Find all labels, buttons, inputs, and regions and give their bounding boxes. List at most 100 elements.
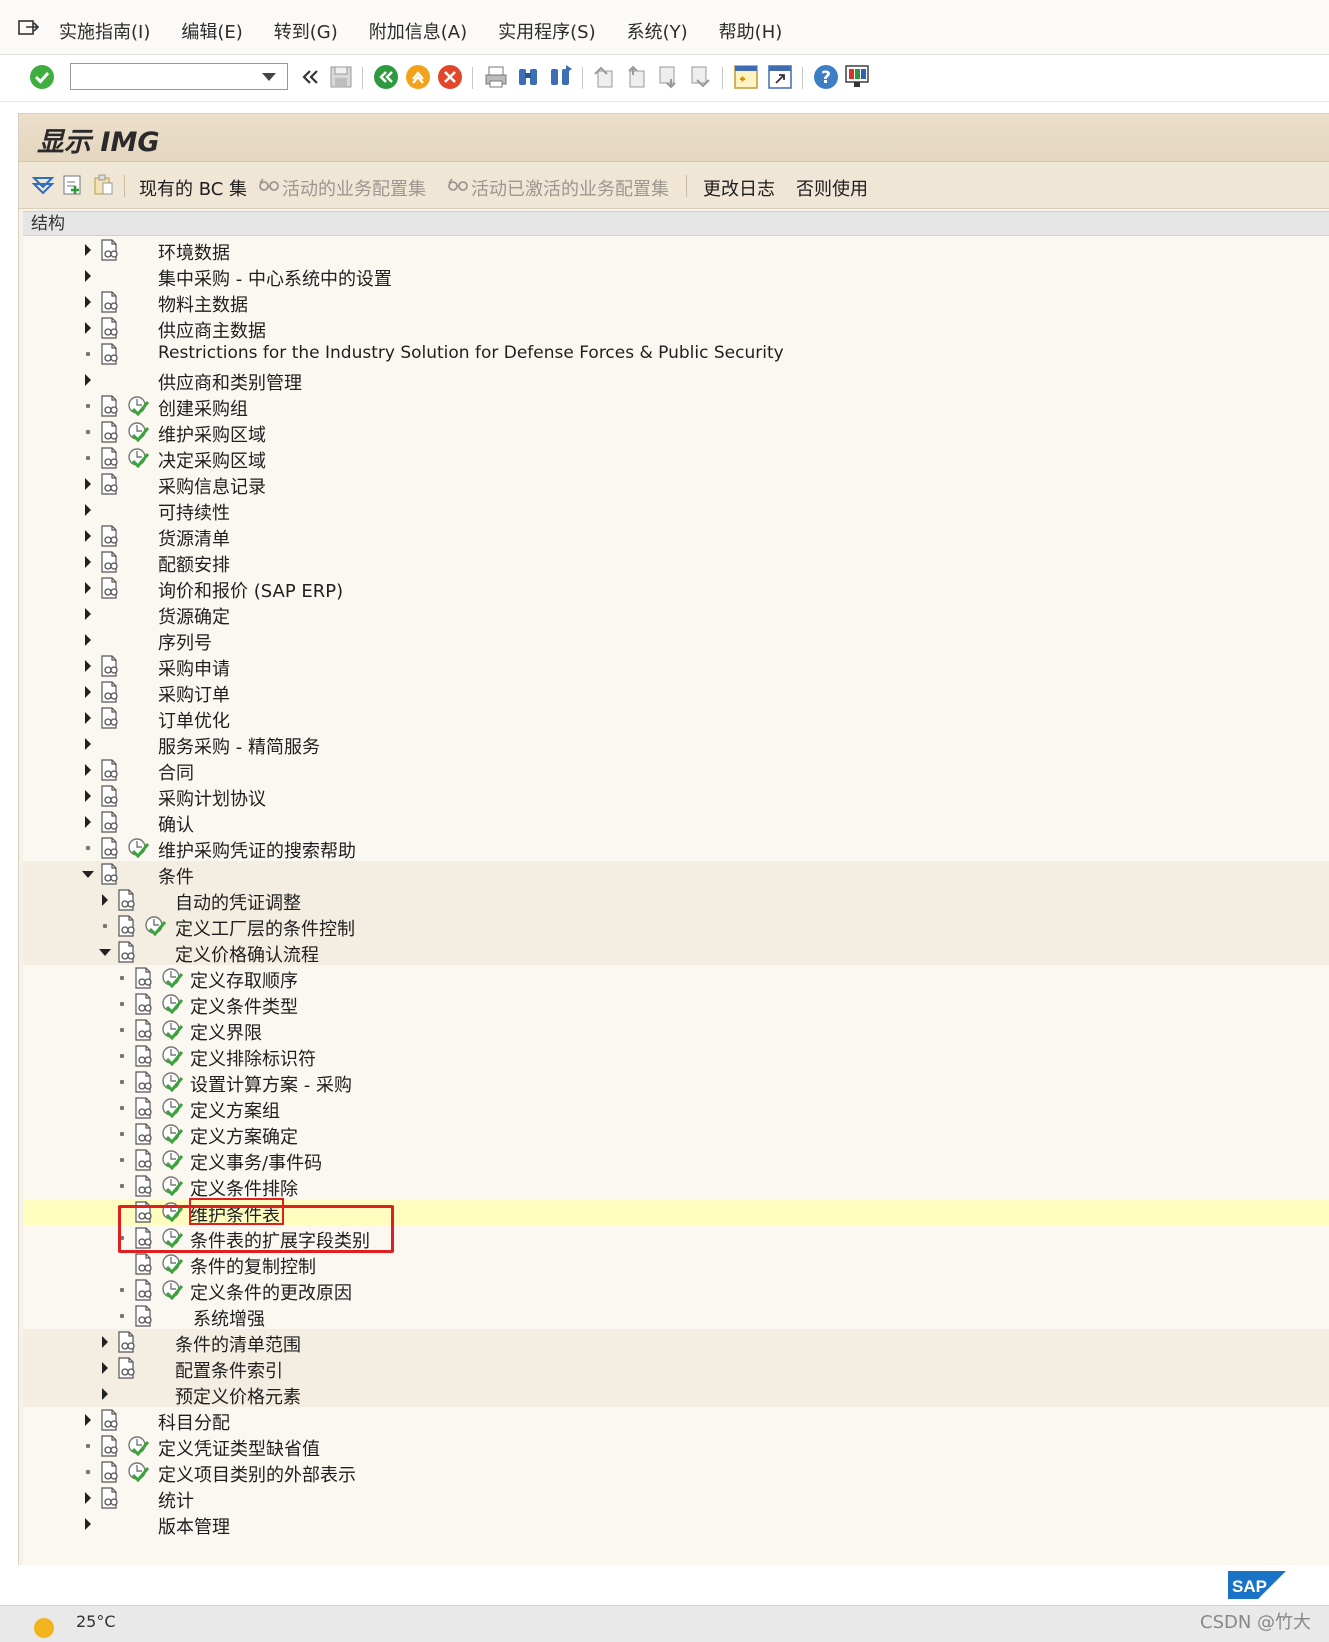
documentation-icon[interactable]	[133, 1175, 155, 1197]
tree-node[interactable]: 条件	[23, 861, 1329, 888]
tree-node[interactable]: 条件表的扩展字段类别	[23, 1225, 1329, 1252]
documentation-icon[interactable]	[99, 525, 121, 547]
tree-node[interactable]: 货源确定	[23, 601, 1329, 628]
exit-icon[interactable]	[404, 63, 432, 91]
documentation-icon[interactable]	[133, 1305, 155, 1327]
tree-node[interactable]: 定义凭证类型缺省值	[23, 1433, 1329, 1460]
execute-activity-icon[interactable]	[161, 1201, 183, 1223]
save-icon[interactable]	[327, 63, 355, 91]
back-icon[interactable]	[296, 63, 324, 91]
documentation-icon[interactable]	[133, 1097, 155, 1119]
tree-node[interactable]: 定义方案确定	[23, 1121, 1329, 1148]
documentation-icon[interactable]	[99, 577, 121, 599]
clipboard-icon[interactable]	[91, 173, 115, 197]
execute-activity-icon[interactable]	[127, 1435, 149, 1457]
documentation-icon[interactable]	[99, 421, 121, 443]
collapsed-arrow-icon[interactable]	[85, 530, 91, 542]
shortcut-icon[interactable]	[766, 63, 794, 91]
tree-node[interactable]: 集中采购 - 中心系统中的设置	[23, 263, 1329, 290]
print-icon[interactable]	[482, 63, 510, 91]
tree-node[interactable]: 采购信息记录	[23, 471, 1329, 498]
tree-node[interactable]: 合同	[23, 757, 1329, 784]
menu-implementation-guide[interactable]: 实施指南(I)	[59, 18, 150, 44]
collapsed-arrow-icon[interactable]	[85, 764, 91, 776]
documentation-icon[interactable]	[133, 967, 155, 989]
documentation-icon[interactable]	[133, 1279, 155, 1301]
collapsed-arrow-icon[interactable]	[85, 556, 91, 568]
execute-activity-icon[interactable]	[161, 1123, 183, 1145]
tree-node[interactable]: 定义条件排除	[23, 1173, 1329, 1200]
tree-node[interactable]: 供应商主数据	[23, 315, 1329, 342]
menu-system[interactable]: 系统(Y)	[627, 18, 688, 44]
documentation-icon[interactable]	[99, 447, 121, 469]
tree-node[interactable]: 定义事务/事件码	[23, 1147, 1329, 1174]
documentation-icon[interactable]	[133, 1123, 155, 1145]
first-page-icon[interactable]	[590, 63, 618, 91]
tree-node[interactable]: 系统增强	[23, 1303, 1329, 1330]
collapsed-arrow-icon[interactable]	[85, 686, 91, 698]
collapsed-arrow-icon[interactable]	[85, 1492, 91, 1504]
change-log-button[interactable]: 更改日志	[703, 175, 775, 201]
documentation-icon[interactable]	[99, 1461, 121, 1483]
tree-node[interactable]: 定义界限	[23, 1017, 1329, 1044]
collapsed-arrow-icon[interactable]	[102, 1336, 108, 1348]
tree-node[interactable]: 定义价格确认流程	[23, 939, 1329, 966]
tree-node[interactable]: 环境数据	[23, 237, 1329, 264]
tree-node[interactable]: 确认	[23, 809, 1329, 836]
add-to-project-icon[interactable]	[61, 173, 85, 197]
last-page-icon[interactable]	[686, 63, 714, 91]
documentation-icon[interactable]	[99, 473, 121, 495]
documentation-icon[interactable]	[116, 915, 138, 937]
collapsed-arrow-icon[interactable]	[85, 582, 91, 594]
expanded-arrow-icon[interactable]	[82, 871, 94, 878]
tree-node[interactable]: 采购申请	[23, 653, 1329, 680]
tree-node[interactable]: 服务采购 - 精简服务	[23, 731, 1329, 758]
documentation-icon[interactable]	[133, 1201, 155, 1223]
tree-node[interactable]: 预定义价格元素	[23, 1381, 1329, 1408]
tree-node[interactable]: 维护采购凭证的搜索帮助	[23, 835, 1329, 862]
tree-node[interactable]: 定义条件类型	[23, 991, 1329, 1018]
command-dropdown-icon[interactable]	[262, 73, 276, 81]
tree-node[interactable]: 维护采购区域	[23, 419, 1329, 446]
collapsed-arrow-icon[interactable]	[85, 608, 91, 620]
tree-node[interactable]: 条件的复制控制	[23, 1251, 1329, 1278]
tree-node[interactable]: 版本管理	[23, 1511, 1329, 1538]
back-green-icon[interactable]	[372, 63, 400, 91]
execute-activity-icon[interactable]	[144, 915, 166, 937]
documentation-icon[interactable]	[99, 317, 121, 339]
tree-node[interactable]: 采购订单	[23, 679, 1329, 706]
tree-node[interactable]: 定义工厂层的条件控制	[23, 913, 1329, 940]
tree-node[interactable]: 决定采购区域	[23, 445, 1329, 472]
menu-utilities[interactable]: 实用程序(S)	[498, 18, 595, 44]
documentation-icon[interactable]	[133, 1045, 155, 1067]
execute-activity-icon[interactable]	[161, 1071, 183, 1093]
execute-activity-icon[interactable]	[161, 1097, 183, 1119]
documentation-icon[interactable]	[99, 681, 121, 703]
tree-node[interactable]: 创建采购组	[23, 393, 1329, 420]
documentation-icon[interactable]	[133, 993, 155, 1015]
documentation-icon[interactable]	[99, 395, 121, 417]
expanded-arrow-icon[interactable]	[99, 949, 111, 956]
tree-node[interactable]: 定义方案组	[23, 1095, 1329, 1122]
execute-activity-icon[interactable]	[161, 1279, 183, 1301]
documentation-icon[interactable]	[133, 1019, 155, 1041]
execute-activity-icon[interactable]	[161, 993, 183, 1015]
current-bc-set-button[interactable]: 现有的 BC 集	[139, 175, 247, 201]
tree-node[interactable]: 定义存取顺序	[23, 965, 1329, 992]
collapsed-arrow-icon[interactable]	[85, 660, 91, 672]
collapsed-arrow-icon[interactable]	[85, 634, 91, 646]
cancel-icon[interactable]	[436, 63, 464, 91]
system-menu-icon[interactable]	[18, 18, 40, 36]
command-field[interactable]	[70, 63, 288, 90]
collapsed-arrow-icon[interactable]	[85, 296, 91, 308]
tree-node[interactable]: 物料主数据	[23, 289, 1329, 316]
find-icon[interactable]	[514, 63, 542, 91]
tree-node[interactable]: 定义条件的更改原因	[23, 1277, 1329, 1304]
documentation-icon[interactable]	[99, 1409, 121, 1431]
documentation-icon[interactable]	[99, 759, 121, 781]
collapsed-arrow-icon[interactable]	[85, 478, 91, 490]
documentation-icon[interactable]	[99, 707, 121, 729]
execute-activity-icon[interactable]	[161, 1045, 183, 1067]
execute-activity-icon[interactable]	[161, 1253, 183, 1275]
collapsed-arrow-icon[interactable]	[85, 738, 91, 750]
